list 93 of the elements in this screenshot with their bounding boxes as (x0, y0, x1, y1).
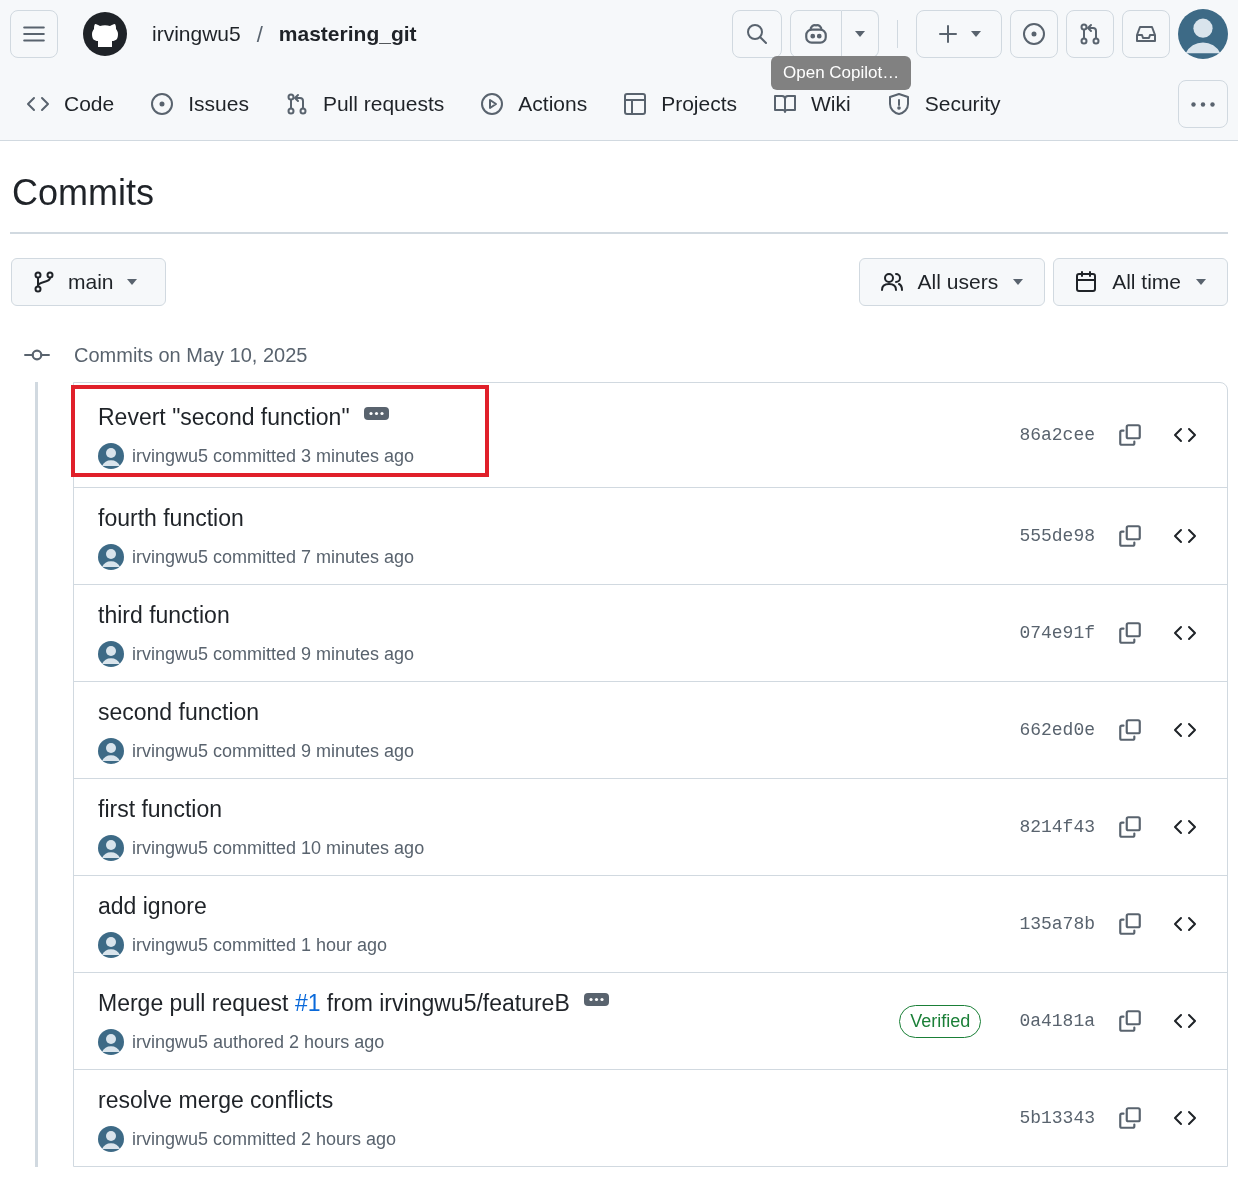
inbox-button[interactable] (1122, 10, 1170, 58)
search-icon (745, 22, 769, 46)
expand-button[interactable] (583, 992, 609, 1006)
nav-tab[interactable]: Pull requests (278, 82, 451, 126)
caret-icon (1195, 278, 1207, 287)
repo-link[interactable]: mastering_git (278, 18, 417, 50)
commit-meta: irvingwu5 committed 2 hours ago (132, 1127, 397, 1151)
search-button[interactable] (732, 10, 782, 58)
copy-button[interactable] (1117, 717, 1143, 744)
branch-button[interactable]: main (11, 258, 166, 307)
copy-button[interactable] (1117, 620, 1143, 647)
create-button[interactable] (916, 10, 1002, 58)
issue-icon (150, 92, 175, 116)
copy-icon (1117, 814, 1143, 841)
calendar-icon (1074, 270, 1099, 295)
avatar (98, 932, 124, 959)
commit-meta: irvingwu5 committed 1 hour ago (132, 933, 388, 957)
commit-meta: irvingwu5 authored 2 hours ago (132, 1030, 385, 1054)
commit-sha[interactable]: 8214f43 (1019, 813, 1095, 841)
caret-icon (970, 30, 982, 38)
commit-title[interactable]: second function (98, 699, 260, 726)
path-separator: / (256, 20, 263, 49)
avatar (98, 544, 124, 571)
avatar (98, 738, 124, 765)
more-icon (1191, 101, 1215, 107)
menu-button[interactable] (10, 10, 58, 58)
copy-icon (1117, 717, 1143, 744)
copy-button[interactable] (1117, 1008, 1143, 1035)
shield-icon (886, 92, 911, 116)
nav-tab[interactable]: Actions (474, 82, 594, 126)
play-icon (480, 92, 505, 116)
filter-button[interactable]: All users (858, 258, 1046, 307)
nav-tab[interactable]: Issues (144, 82, 255, 126)
copy-button[interactable] (1117, 814, 1143, 841)
tooltip: Open Copilot… (771, 56, 912, 90)
commit-title[interactable]: fourth function (98, 505, 244, 532)
robot-icon (803, 21, 829, 47)
copy-button[interactable] (1117, 911, 1143, 938)
commit-sha[interactable]: 5b13343 (1019, 1104, 1095, 1132)
page-title: Commits (11, 171, 155, 215)
pull-request-icon (1078, 22, 1102, 46)
logo-icon (82, 11, 128, 57)
caret-icon (125, 278, 138, 287)
user-avatar[interactable] (1178, 9, 1228, 59)
commit-title[interactable]: third function (98, 602, 230, 629)
commit-title[interactable]: add ignore (98, 893, 207, 920)
commit-meta: irvingwu5 committed 7 minutes ago (132, 545, 415, 569)
avatar (98, 1126, 124, 1153)
commit-meta: irvingwu5 committed 10 minutes ago (132, 836, 425, 860)
commit-meta: irvingwu5 committed 9 minutes ago (132, 642, 415, 666)
copy-icon (1117, 620, 1143, 647)
commit-meta: irvingwu5 committed 9 minutes ago (132, 739, 415, 763)
group-heading: Commits on May 10, 2025 (74, 343, 308, 369)
commit-title[interactable]: Merge pull request #1 from irvingwu5/featureB (98, 990, 570, 1017)
copy-button[interactable] (1117, 523, 1143, 550)
caret-icon (854, 30, 866, 38)
copy-button[interactable] (1117, 422, 1143, 449)
avatar (98, 1029, 124, 1056)
commit-sha[interactable]: 86a2cee (1019, 421, 1095, 449)
copy-icon (1117, 422, 1143, 449)
copy-icon (1117, 1008, 1143, 1035)
book-icon (773, 92, 798, 116)
pull-requests-button[interactable] (1066, 10, 1114, 58)
nav-tab[interactable]: Code (20, 82, 121, 126)
commit-sha[interactable]: 0a4181a (1019, 1007, 1095, 1035)
copy-button[interactable] (1117, 1105, 1143, 1132)
avatar (98, 641, 124, 668)
commit-sha[interactable]: 135a78b (1019, 910, 1095, 938)
issues-button[interactable] (1010, 10, 1058, 58)
commit-sha[interactable]: 555de98 (1019, 522, 1095, 550)
avatar (98, 835, 124, 862)
copilot-button[interactable] (790, 10, 842, 58)
commit-meta: irvingwu5 committed 3 minutes ago (132, 444, 415, 468)
expand-button[interactable] (363, 406, 389, 420)
owner-link[interactable]: irvingwu5 (152, 18, 241, 50)
commit-title[interactable]: resolve merge conflicts (98, 1087, 334, 1114)
table-icon (623, 92, 648, 116)
caret-icon (1012, 278, 1025, 287)
filter-button[interactable]: All time (1053, 258, 1228, 307)
pr-link[interactable]: #1 (294, 990, 321, 1017)
dropdown-button[interactable] (842, 10, 879, 58)
nav-tab[interactable]: Projects (617, 82, 744, 126)
commit-title[interactable]: first function (98, 796, 222, 823)
plus-icon (936, 22, 960, 46)
branch-icon (32, 270, 56, 295)
copy-icon (1117, 1105, 1143, 1132)
copy-icon (1117, 911, 1143, 938)
avatar (98, 443, 124, 470)
copy-icon (1117, 523, 1143, 550)
commit-sha[interactable]: 662ed0e (1019, 716, 1095, 744)
issue-icon (1022, 22, 1046, 46)
commit-title[interactable]: Revert "second function" (98, 404, 350, 431)
commit-sha[interactable]: 074e91f (1019, 619, 1095, 647)
